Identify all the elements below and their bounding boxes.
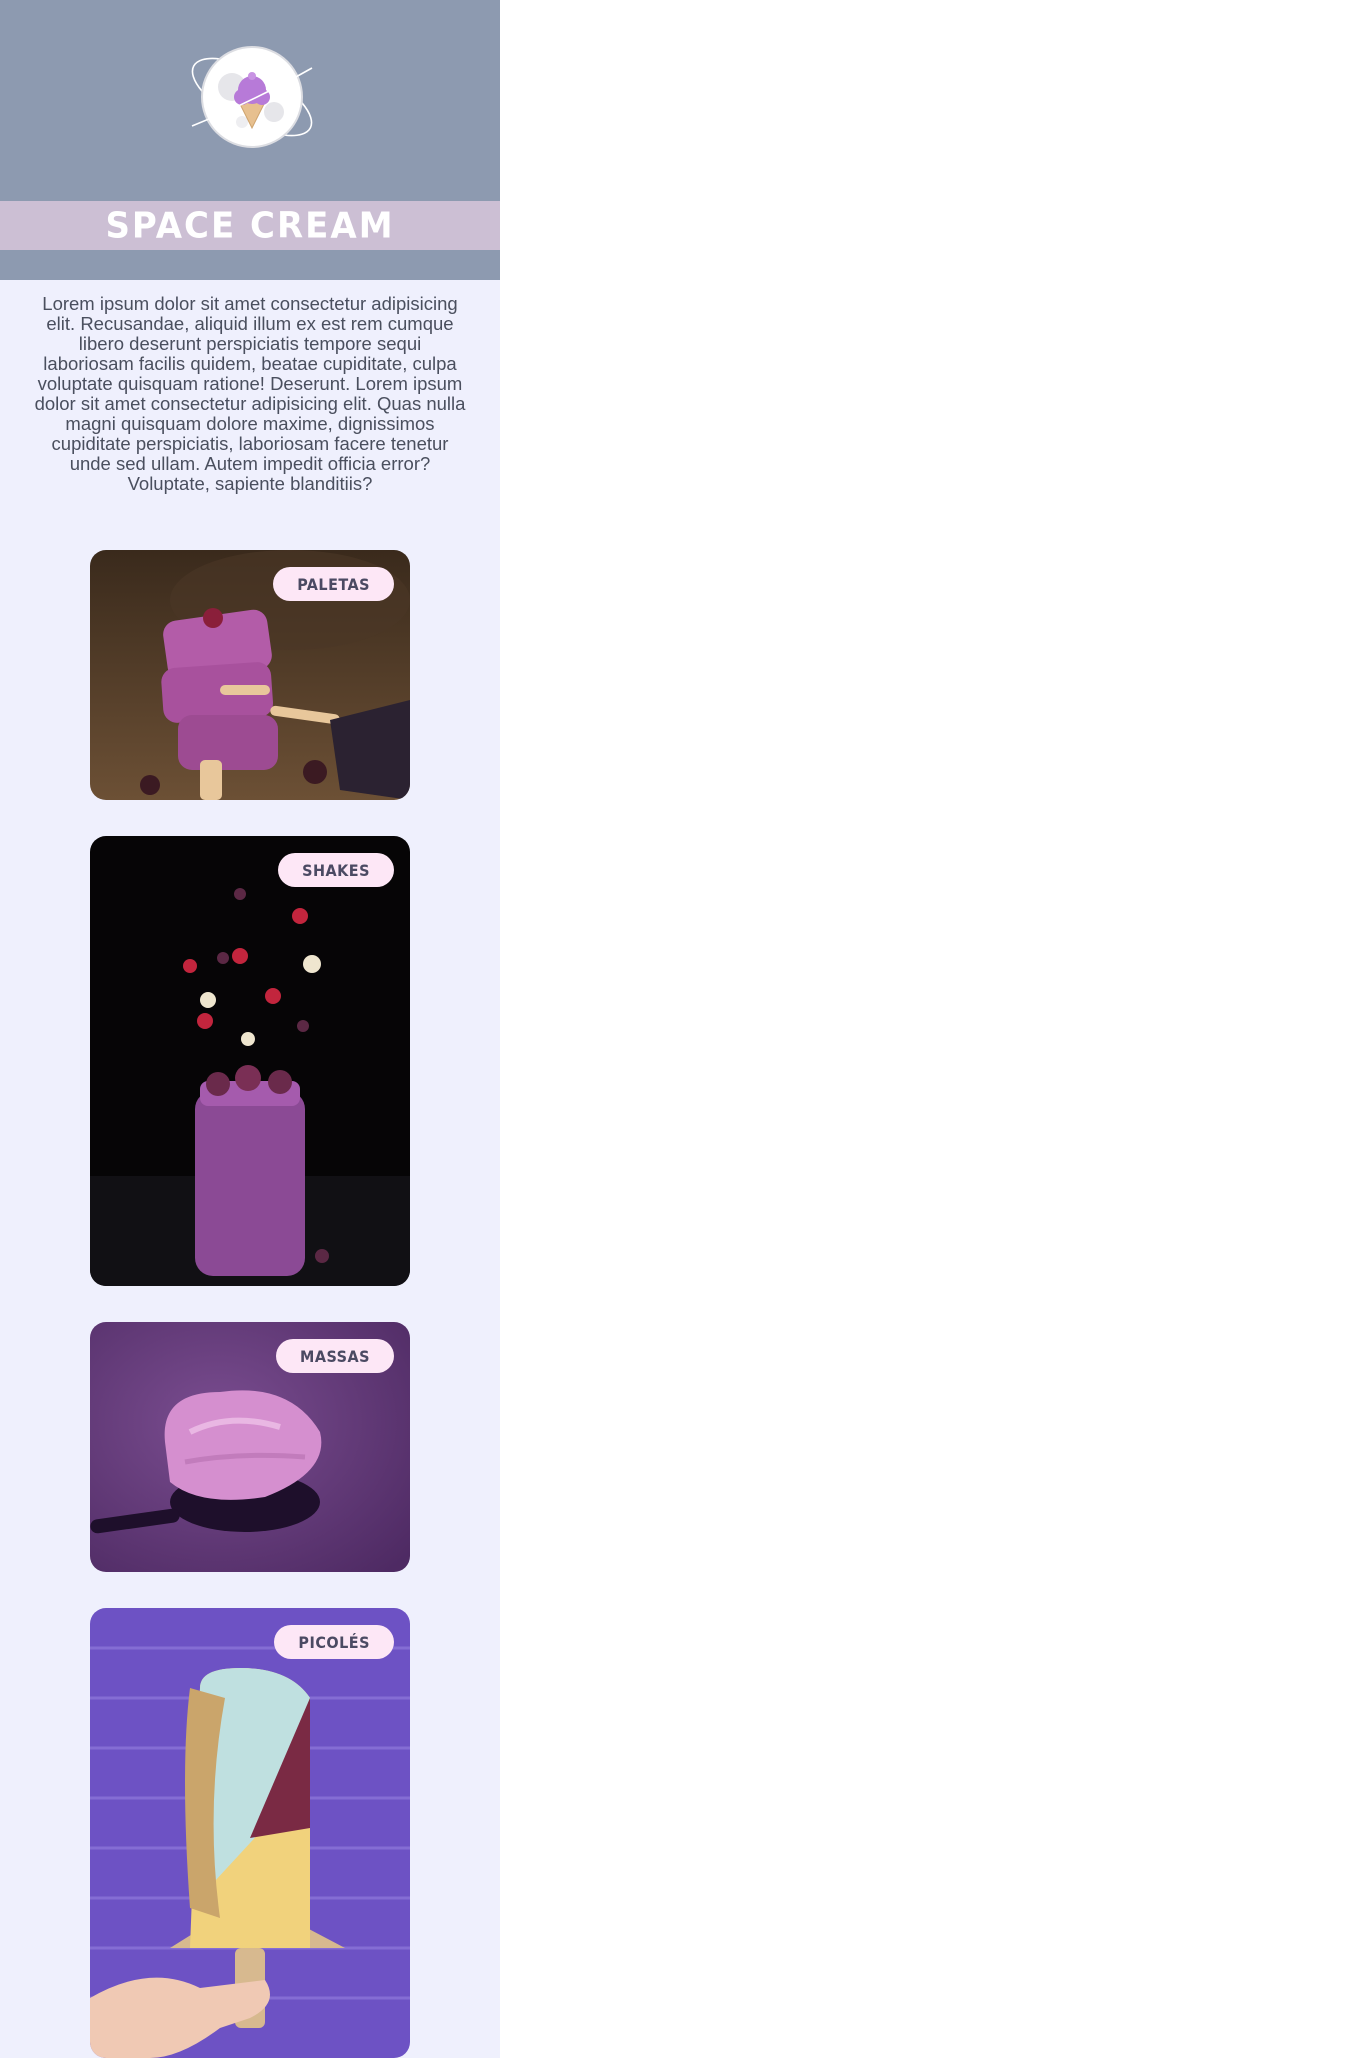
category-card-massas[interactable]: MASSAS (90, 1322, 410, 1572)
picoles-photo (90, 1608, 410, 2058)
category-badge: MASSAS (276, 1339, 394, 1373)
ice-cream-planet-icon (191, 46, 313, 148)
brand-title: SPACE CREAM (105, 204, 395, 247)
category-card-paletas[interactable]: PALETAS (90, 550, 410, 800)
category-badge: PALETAS (273, 567, 394, 601)
site-header: SPACE CREAM (0, 0, 500, 280)
intro-paragraph: Lorem ipsum dolor sit amet consectetur a… (34, 293, 466, 494)
category-card-picoles[interactable]: PICOLÉS (90, 1608, 410, 2058)
main-column: SPACE CREAM Lorem ipsum dolor sit amet c… (0, 0, 500, 2058)
category-card-shakes[interactable]: SHAKES (90, 836, 410, 1286)
category-badge: SHAKES (278, 853, 394, 887)
brand-title-band: SPACE CREAM (0, 201, 500, 250)
category-badge: PICOLÉS (274, 1625, 394, 1659)
shakes-photo (90, 836, 410, 1286)
